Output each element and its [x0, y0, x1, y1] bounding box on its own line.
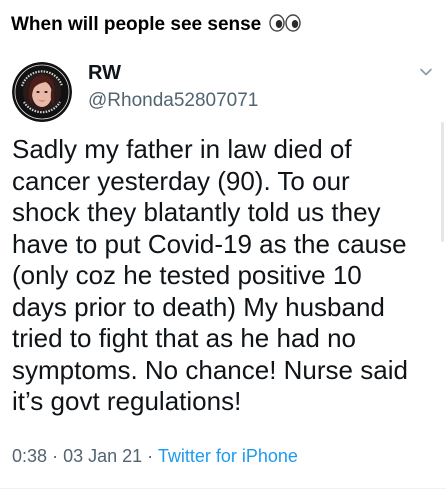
- display-name[interactable]: RW: [88, 62, 121, 85]
- tweet-time: 0:38: [12, 446, 48, 466]
- post-caption: When will people see sense: [11, 14, 303, 38]
- user-handle[interactable]: @Rhonda52807071: [88, 90, 258, 112]
- tweet-text: Sadly my father in law died of cancer ye…: [12, 134, 408, 416]
- meta-separator: ·: [52, 446, 59, 466]
- meta-separator: ·: [147, 446, 154, 466]
- tweet-metadata: 0:38 · 03 Jan 21 · Twitter for iPhone: [12, 446, 298, 467]
- tweet-card: RW @Rhonda52807071 Sadly my father in la…: [0, 42, 446, 500]
- tweet-source-link[interactable]: Twitter for iPhone: [158, 446, 298, 466]
- chevron-down-icon[interactable]: [418, 64, 434, 80]
- caption-text: When will people see sense: [11, 14, 262, 35]
- divider: [0, 488, 446, 489]
- avatar[interactable]: [12, 62, 72, 122]
- tweet-date: 03 Jan 21: [63, 446, 143, 466]
- scrollbar[interactable]: [441, 122, 444, 242]
- eyes-emoji-icon: [268, 14, 303, 38]
